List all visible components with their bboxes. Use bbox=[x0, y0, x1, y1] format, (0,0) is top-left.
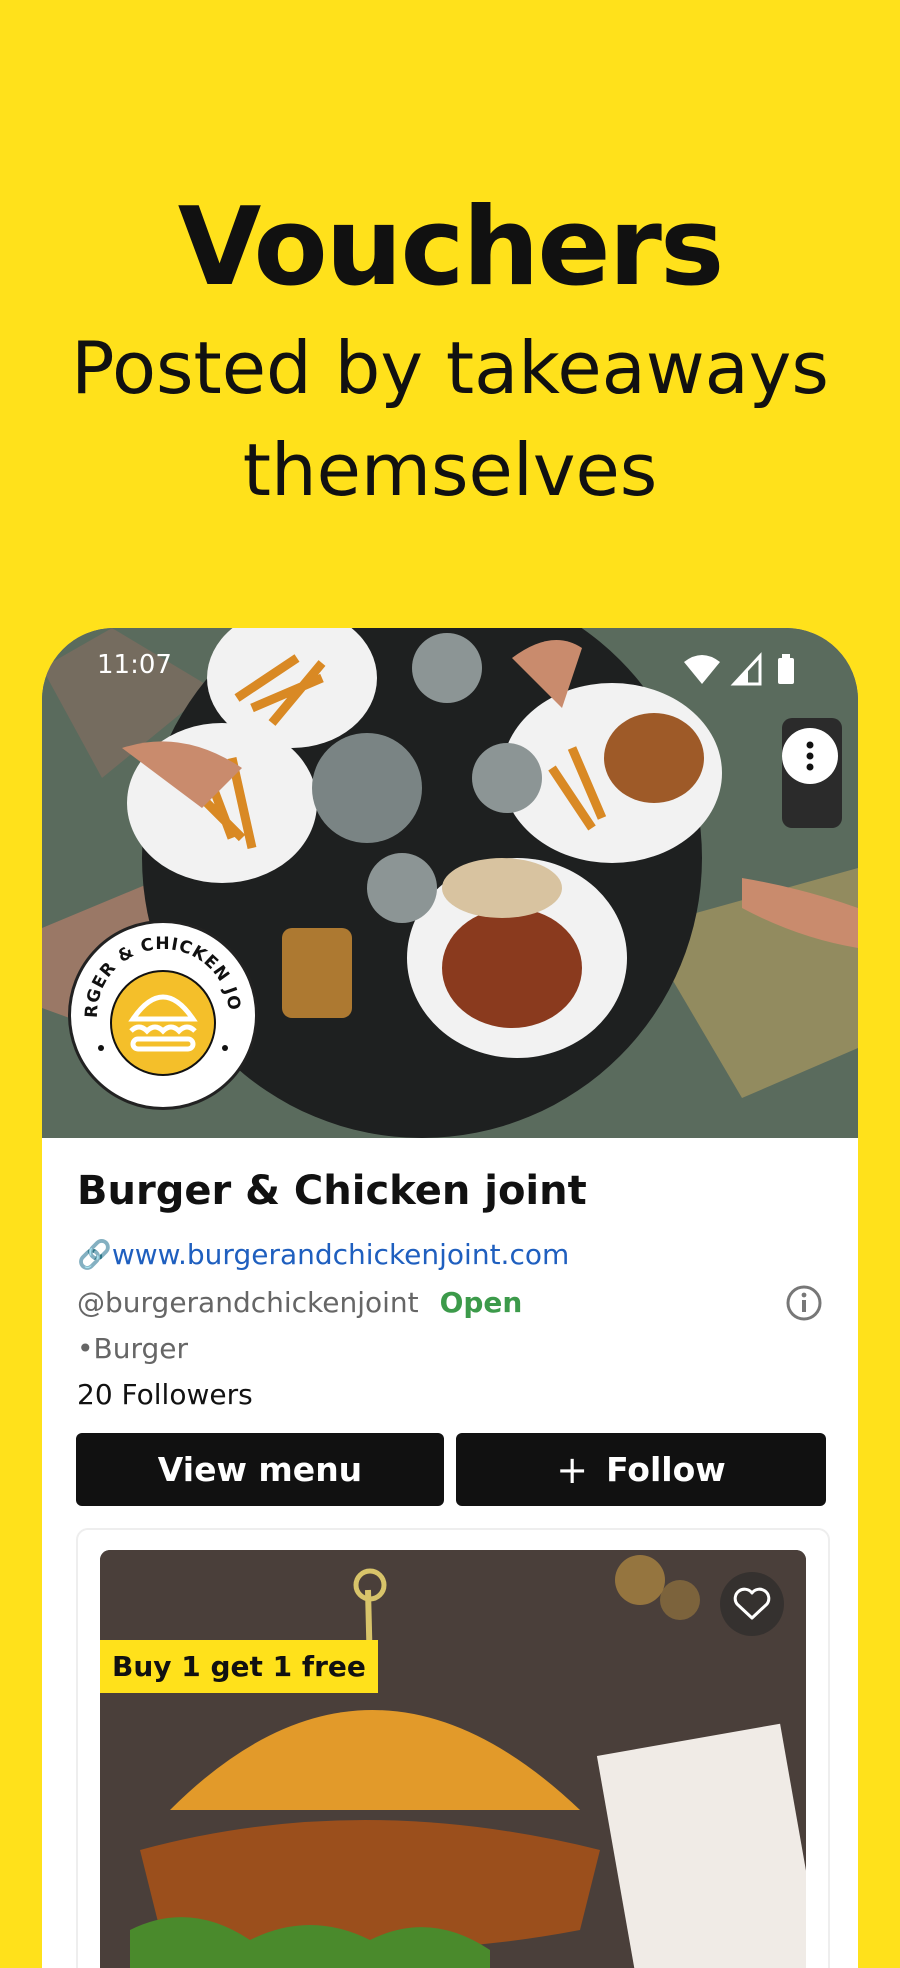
cover-photo: 11:07 RGER & CHICKEN JO bbox=[42, 628, 858, 1138]
more-vertical-icon bbox=[806, 741, 814, 771]
handle-row: @burgerandchickenjoint Open bbox=[77, 1284, 823, 1322]
wifi-icon bbox=[684, 655, 720, 684]
follow-button[interactable]: + Follow bbox=[456, 1433, 826, 1506]
voucher-image: Buy 1 get 1 free bbox=[100, 1550, 806, 1968]
plus-icon: + bbox=[556, 1447, 589, 1492]
followers-count: 20 Followers bbox=[77, 1378, 253, 1411]
battery-icon bbox=[778, 654, 794, 684]
heart-icon bbox=[733, 1587, 771, 1620]
more-options-button[interactable] bbox=[782, 728, 838, 784]
restaurant-category: •Burger bbox=[77, 1332, 189, 1365]
view-menu-label: View menu bbox=[157, 1450, 363, 1489]
hero-title: Vouchers bbox=[177, 185, 724, 310]
voucher-burger-illustration bbox=[100, 1550, 806, 1968]
restaurant-handle: @burgerandchickenjoint bbox=[77, 1286, 419, 1319]
burger-logo-icon: BURGER & CHICKEN JOINT bbox=[63, 908, 251, 1103]
voucher-card[interactable]: Buy 1 get 1 free bbox=[76, 1528, 830, 1968]
hero-subtitle-line1: Posted by takeaways bbox=[71, 326, 829, 410]
status-bar: 11:07 bbox=[42, 628, 858, 708]
open-status: Open bbox=[439, 1286, 523, 1319]
link-icon: 🔗 bbox=[77, 1238, 112, 1271]
info-icon[interactable] bbox=[785, 1284, 823, 1322]
favorite-button[interactable] bbox=[720, 1572, 784, 1636]
view-menu-button[interactable]: View menu bbox=[76, 1433, 444, 1506]
signal-icon bbox=[730, 652, 762, 686]
website-link[interactable]: 🔗www.burgerandchickenjoint.com bbox=[77, 1238, 569, 1271]
phone-screen: 11:07 RGER & CHICKEN JO Burger & Chicken… bbox=[42, 628, 858, 1968]
restaurant-name: Burger & Chicken joint bbox=[77, 1168, 587, 1214]
status-time: 11:07 bbox=[97, 650, 172, 680]
voucher-deal-label: Buy 1 get 1 free bbox=[100, 1640, 378, 1693]
restaurant-logo: BURGER & CHICKEN JOINT bbox=[63, 908, 258, 1110]
website-text: www.burgerandchickenjoint.com bbox=[111, 1238, 570, 1271]
follow-label: Follow bbox=[606, 1450, 726, 1489]
status-icons bbox=[684, 652, 794, 686]
hero-subtitle-line2: themselves bbox=[242, 428, 658, 512]
